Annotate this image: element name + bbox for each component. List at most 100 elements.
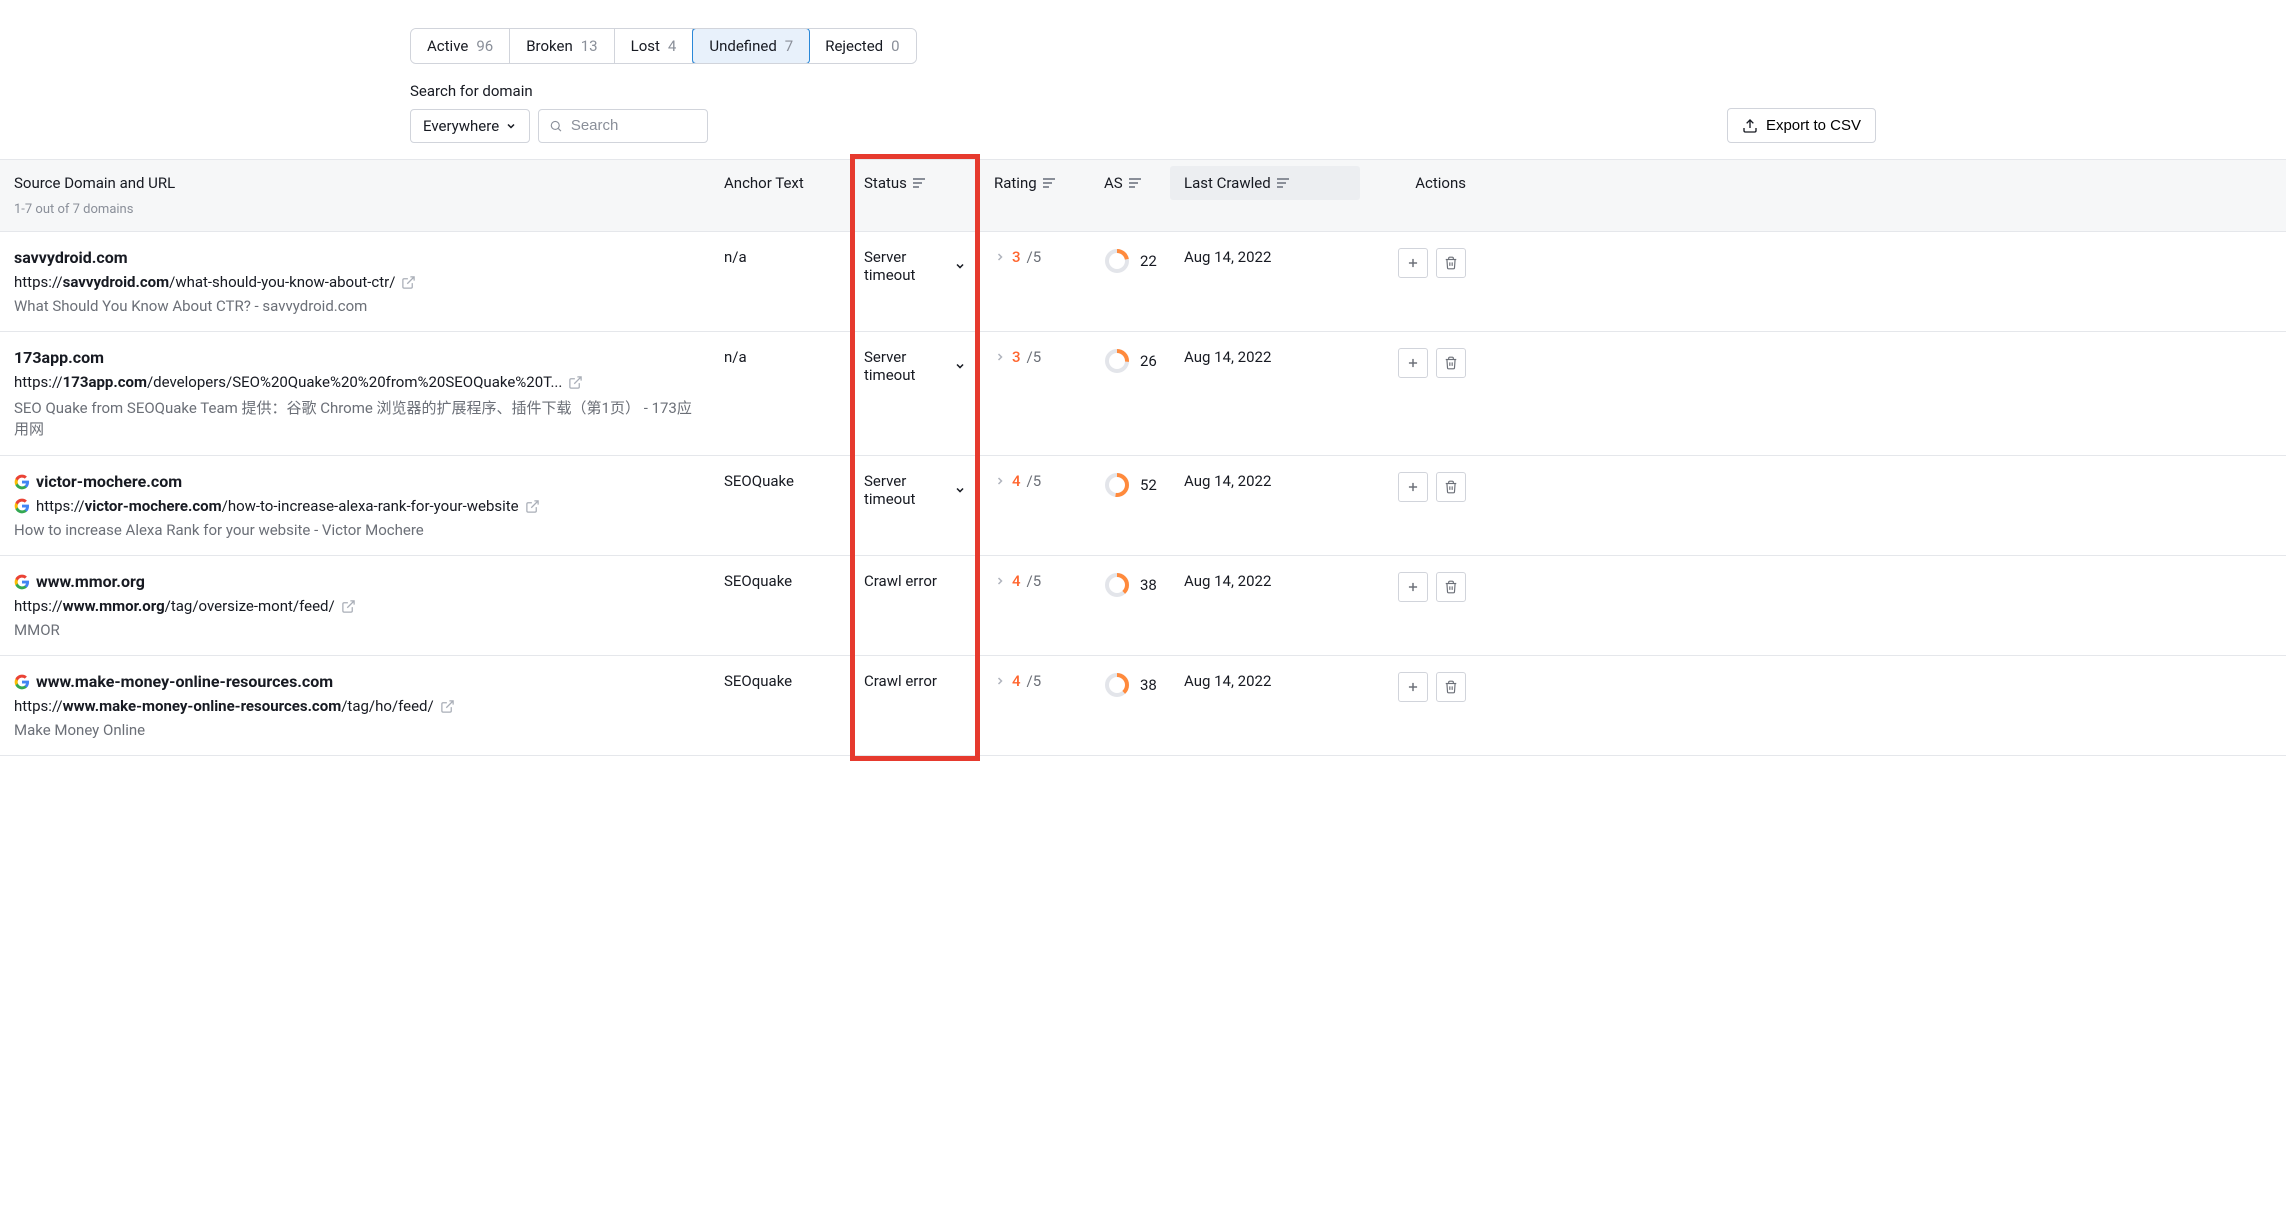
plus-icon <box>1406 256 1420 270</box>
col-actions-label: Actions <box>1415 174 1466 192</box>
search-input[interactable] <box>571 117 697 134</box>
delete-button[interactable] <box>1436 248 1466 278</box>
page-title: What Should You Know About CTR? - savvyd… <box>14 297 696 315</box>
crawled-cell: Aug 14, 2022 <box>1170 472 1360 490</box>
table-body: savvydroid.com https://savvydroid.com/wha… <box>0 232 2286 756</box>
tab-broken[interactable]: Broken 13 <box>510 29 614 63</box>
add-button[interactable] <box>1398 472 1428 502</box>
status-cell[interactable]: Server timeout <box>850 348 980 384</box>
anchor-cell: n/a <box>710 348 850 366</box>
rating-value: 4 <box>1012 472 1021 490</box>
tab-undefined[interactable]: Undefined7 <box>692 28 810 64</box>
chevron-down-icon[interactable] <box>954 259 966 273</box>
col-crawled-header[interactable]: Last Crawled <box>1170 166 1360 200</box>
table-row: savvydroid.com https://savvydroid.com/wha… <box>0 232 2286 332</box>
sort-icon <box>1277 178 1289 188</box>
rating-cell[interactable]: 4/5 <box>980 472 1090 490</box>
domain-name[interactable]: 173app.com <box>14 348 696 367</box>
tab-count: 0 <box>891 37 899 55</box>
chevron-down-icon[interactable] <box>954 359 966 373</box>
status-cell[interactable]: Server timeout <box>850 472 980 508</box>
rating-cell[interactable]: 4/5 <box>980 672 1090 690</box>
anchor-cell: SEOquake <box>710 672 850 690</box>
export-csv-button[interactable]: Export to CSV <box>1727 108 1876 143</box>
rating-cell[interactable]: 3/5 <box>980 248 1090 266</box>
export-icon <box>1742 118 1758 134</box>
backlinks-table: Source Domain and URL 1-7 out of 7 domai… <box>0 159 2286 756</box>
tab-lost[interactable]: Lost4 <box>615 29 694 63</box>
domain-name[interactable]: victor-mochere.com <box>14 472 696 491</box>
col-rating-header[interactable]: Rating <box>980 174 1090 192</box>
source-cell: savvydroid.com https://savvydroid.com/wha… <box>0 248 710 315</box>
add-button[interactable] <box>1398 248 1428 278</box>
chevron-right-icon <box>994 351 1006 363</box>
domain-name[interactable]: www.mmor.org <box>14 572 696 591</box>
delete-button[interactable] <box>1436 472 1466 502</box>
chevron-right-icon <box>994 575 1006 587</box>
as-value: 52 <box>1140 476 1157 494</box>
actions-cell <box>1360 672 1480 702</box>
as-cell: 38 <box>1090 572 1170 598</box>
source-url[interactable]: https://savvydroid.com/what-should-you-k… <box>14 273 696 291</box>
col-as-header[interactable]: AS <box>1090 174 1170 192</box>
anchor-cell: SEOquake <box>710 572 850 590</box>
tab-label: Undefined <box>709 37 776 55</box>
external-link-icon <box>341 599 356 614</box>
delete-button[interactable] <box>1436 348 1466 378</box>
tab-rejected[interactable]: Rejected 0 <box>809 29 915 63</box>
sort-icon <box>1043 178 1055 188</box>
tab-label: Rejected <box>825 37 883 55</box>
tab-count: 13 <box>581 37 598 55</box>
domain-name[interactable]: www.make-money-online-resources.com <box>14 672 696 691</box>
search-box[interactable] <box>538 109 708 143</box>
status-text: Server timeout <box>864 472 948 508</box>
tab-label: Broken <box>526 37 573 55</box>
as-donut <box>1104 248 1130 274</box>
export-csv-label: Export to CSV <box>1766 117 1861 134</box>
table-header: Source Domain and URL 1-7 out of 7 domai… <box>0 159 2286 232</box>
source-url[interactable]: https://www.mmor.org/tag/oversize-mont/f… <box>14 597 696 615</box>
rating-value: 3 <box>1012 248 1021 266</box>
scope-select[interactable]: Everywhere <box>410 109 530 143</box>
col-status-header[interactable]: Status <box>850 174 980 192</box>
delete-button[interactable] <box>1436 572 1466 602</box>
favicon-google-icon <box>14 674 30 690</box>
rating-value: 3 <box>1012 348 1021 366</box>
domain-name[interactable]: savvydroid.com <box>14 248 696 267</box>
rating-cell[interactable]: 4/5 <box>980 572 1090 590</box>
scope-select-label: Everywhere <box>423 117 499 135</box>
chevron-right-icon <box>994 251 1006 263</box>
tab-label: Lost <box>631 37 660 55</box>
actions-cell <box>1360 572 1480 602</box>
status-text: Crawl error <box>864 572 937 590</box>
source-url[interactable]: https://173app.com/developers/SEO%20Quak… <box>14 373 696 391</box>
source-url[interactable]: https://victor-mochere.com/how-to-increa… <box>14 497 696 515</box>
tab-active[interactable]: Active96 <box>411 29 510 63</box>
plus-icon <box>1406 680 1420 694</box>
as-donut <box>1104 672 1130 698</box>
page-title: How to increase Alexa Rank for your webs… <box>14 521 696 539</box>
table-row: victor-mochere.com https://victor-mochere… <box>0 456 2286 556</box>
status-cell[interactable]: Server timeout <box>850 248 980 284</box>
rating-max: /5 <box>1027 472 1042 490</box>
trash-icon <box>1444 256 1458 270</box>
actions-cell <box>1360 248 1480 278</box>
favicon-google-icon <box>14 474 30 490</box>
chevron-down-icon[interactable] <box>954 483 966 497</box>
add-button[interactable] <box>1398 572 1428 602</box>
delete-button[interactable] <box>1436 672 1466 702</box>
add-button[interactable] <box>1398 348 1428 378</box>
chevron-right-icon <box>994 475 1006 487</box>
actions-cell <box>1360 348 1480 378</box>
page-title: Make Money Online <box>14 721 696 739</box>
as-value: 38 <box>1140 576 1157 594</box>
search-label: Search for domain <box>410 82 1876 100</box>
rating-max: /5 <box>1027 572 1042 590</box>
as-cell: 52 <box>1090 472 1170 498</box>
add-button[interactable] <box>1398 672 1428 702</box>
source-url[interactable]: https://www.make-money-online-resources.… <box>14 697 696 715</box>
rating-cell[interactable]: 3/5 <box>980 348 1090 366</box>
page-title: SEO Quake from SEOQuake Team 提供：谷歌 Chrom… <box>14 397 696 439</box>
rating-max: /5 <box>1027 248 1042 266</box>
plus-icon <box>1406 580 1420 594</box>
